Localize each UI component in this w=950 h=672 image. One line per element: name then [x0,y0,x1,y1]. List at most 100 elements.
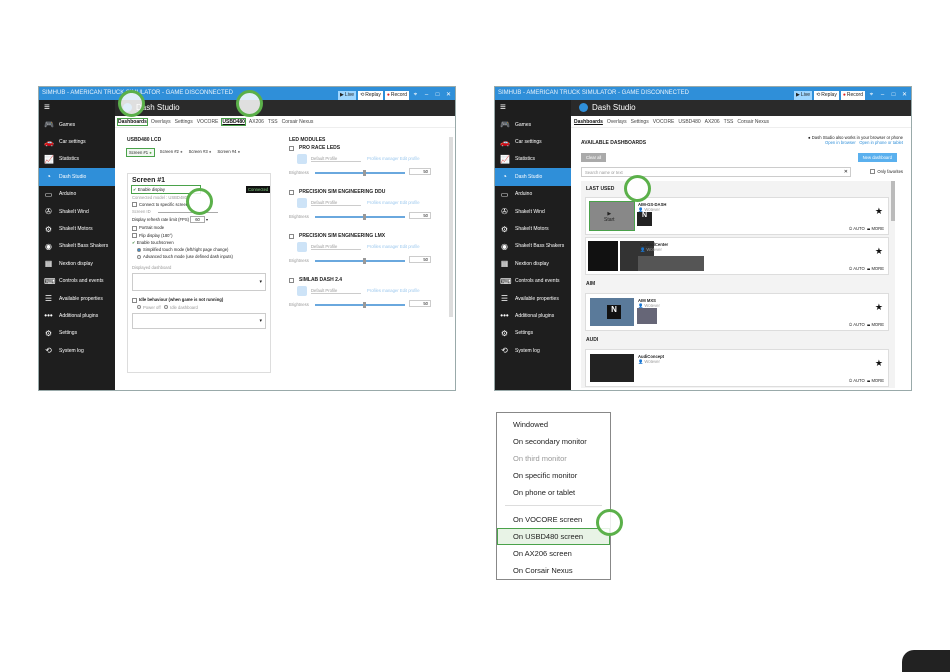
sidebar-item-available-properties[interactable]: ☰ Available properties [39,290,115,307]
led-module-checkbox[interactable] [289,277,294,283]
search-input[interactable]: Search name or text ✕ [581,167,851,177]
brightness-value[interactable]: 50 [409,168,431,175]
sidebar-item-arduino[interactable]: ▭ Arduino [39,186,115,203]
dashboard-thumbnail[interactable]: ▶ Start [589,201,635,231]
favorite-star-icon[interactable]: ★ [875,206,883,217]
screen-tab-3[interactable]: Screen #3 ● [189,149,212,156]
clear-search-icon[interactable]: ✕ [844,169,848,175]
idle-dashboard-select[interactable]: ▾ [132,312,266,329]
card-actions[interactable]: ⏻ AUTO ☰ MORE [849,378,884,383]
tab-ax206[interactable]: AX206 [705,119,720,125]
brightness-slider[interactable] [315,170,405,176]
menu-item-on-specific-monitor[interactable]: On specific monitor [497,467,610,484]
menu-item-on-third-monitor[interactable]: On third monitor [497,450,610,467]
dashboard-card[interactable]: AudiConcept 👤 Wotever ★ ⏻ AUTO ☰ MORE [585,349,889,387]
displayed-dashboard-select[interactable]: ▾ [132,273,266,292]
live-button[interactable]: ▶ Live [338,91,357,100]
clear-all-button[interactable]: Clear all [581,153,607,162]
profile-manager-link[interactable]: Profiles manager Edit profile [367,288,420,293]
sidebar-item-additional-plugins[interactable]: ••• Additional plugins [39,307,115,324]
screen-tab-2[interactable]: Screen #2 ● [160,149,183,156]
sidebar-item-dash-studio[interactable]: ◔ Dash Studio [39,168,115,186]
tab-tss[interactable]: TSS [724,119,734,125]
default-profile-select[interactable]: Default Profile [311,244,361,250]
tab-vocore[interactable]: VOCORE [197,119,219,125]
tab-corsair-nexus[interactable]: Corsair Nexus [737,119,769,125]
menu-item-on-secondary-monitor[interactable]: On secondary monitor [497,433,610,450]
sidebar-item-shakeit-motors[interactable]: ⚙ ShakeIt Motors [495,220,571,237]
card-actions[interactable]: ⏻ AUTO ☰ MORE [849,226,884,231]
tab-ax206[interactable]: AX206 [249,119,264,125]
tab-settings[interactable]: Settings [631,119,649,125]
led-module-checkbox[interactable] [289,189,294,195]
sidebar-item-additional-plugins[interactable]: ••• Additional plugins [495,307,571,324]
profile-manager-link[interactable]: Profiles manager Edit profile [367,244,420,249]
live-button[interactable]: ▶ Live [794,91,813,100]
list-scrollbar[interactable] [891,181,895,221]
sidebar-item-controls-and-events[interactable]: ⌨ Controls and events [495,273,571,290]
led-module-checkbox[interactable] [289,145,294,151]
dashboard-thumbnail[interactable] [590,354,634,382]
brightness-value[interactable]: 50 [409,300,431,307]
scrollbar[interactable] [449,137,453,317]
tab-corsair-nexus[interactable]: Corsair Nexus [282,119,314,125]
brightness-value[interactable]: 50 [409,256,431,263]
brightness-slider[interactable] [315,214,405,220]
default-profile-select[interactable]: Default Profile [311,156,361,162]
hamburger-menu-icon[interactable]: ≡ [495,100,571,116]
sidebar-item-shakeit-motors[interactable]: ⚙ ShakeIt Motors [39,220,115,237]
sidebar-item-car-settings[interactable]: 🚗 Car settings [39,133,115,150]
tab-usbd480[interactable]: USBD480 [678,119,700,125]
flip-checkbox[interactable]: Flip display (180°) [132,233,266,239]
sidebar-item-system-log[interactable]: ⟲ System log [39,342,115,359]
menu-item-on-phone-or-tablet[interactable]: On phone or tablet [497,484,610,501]
tab-usbd480[interactable]: USBD480 [221,117,246,126]
sidebar-item-games[interactable]: 🎮 Games [495,116,571,133]
sidebar-item-shakeit-wind[interactable]: ✇ ShakeIt Wind [495,203,571,220]
favorite-star-icon[interactable]: ★ [875,246,883,257]
menu-item-windowed[interactable]: Windowed [497,416,610,433]
menu-item-on-vocore-screen[interactable]: On VOCORE screen [497,511,610,528]
profile-manager-link[interactable]: Profiles manager Edit profile [367,200,420,205]
card-actions[interactable]: ⏻ AUTO ☰ MORE [849,266,884,271]
dashboard-card[interactable]: ▶ Start N AIM-GS-DASH 👤 Wotever ★ ⏻ AUTO … [585,197,889,235]
sidebar-item-statistics[interactable]: 📈 Statistics [39,151,115,168]
sidebar-item-games[interactable]: 🎮 Games [39,116,115,133]
brightness-slider[interactable] [315,258,405,264]
sidebar-item-shakeit-bass-shakers[interactable]: ◉ ShakeIt Bass Shakers [39,238,115,255]
brightness-slider[interactable] [315,302,405,308]
led-module-checkbox[interactable] [289,233,294,239]
idle-behaviour-checkbox[interactable]: Idle behaviour (when game is not running… [132,297,266,303]
default-profile-select[interactable]: Default Profile [311,288,361,294]
open-phone-link[interactable]: Open in phone or tablet [859,140,903,145]
touch-advanced-radio[interactable]: Advanced touch mode (use defined dash in… [132,254,266,259]
dashboard-card[interactable]: N AIM MXS 👤 Wotever ★ ⏻ AUTO ☰ MORE [585,293,889,331]
touch-simple-radio[interactable]: Simplified touch mode (left/right page c… [132,247,266,252]
record-button[interactable]: ● Record [840,91,865,100]
sidebar-item-shakeit-bass-shakers[interactable]: ◉ ShakeIt Bass Shakers [495,238,571,255]
sidebar-item-system-log[interactable]: ⟲ System log [495,342,571,359]
favorite-star-icon[interactable]: ★ [875,358,883,369]
refresh-rate-select[interactable]: Display refresh rate limit (FPS) 60 ▾ [132,216,266,224]
record-button[interactable]: ● Record [384,91,409,100]
open-browser-link[interactable]: Open in browser [825,140,856,145]
tab-overlays[interactable]: Overlays [151,119,171,125]
dashboard-thumbnail[interactable] [588,241,618,271]
profile-manager-link[interactable]: Profiles manager Edit profile [367,156,420,161]
sidebar-item-shakeit-wind[interactable]: ✇ ShakeIt Wind [39,203,115,220]
menu-item-on-ax206-screen[interactable]: On AX206 screen [497,545,610,562]
dashboard-card[interactable]: ControlCenter 👤 Wotever ★ ⏻ AUTO ☰ MORE [585,237,889,275]
sidebar-item-dash-studio[interactable]: ◔ Dash Studio [495,168,571,186]
tab-overlays[interactable]: Overlays [607,119,627,125]
brightness-value[interactable]: 50 [409,212,431,219]
tab-dashboards[interactable]: Dashboards [117,117,148,126]
touchscreen-checkbox[interactable]: ✔ Enable touchscreen [132,240,266,245]
replay-button[interactable]: ⟲ Replay [358,91,383,100]
tab-tss[interactable]: TSS [268,119,278,125]
dashboard-thumbnail[interactable]: N [590,298,634,326]
tab-dashboards[interactable]: Dashboards [574,119,603,125]
replay-button[interactable]: ⟲ Replay [814,91,839,100]
portrait-checkbox[interactable]: Portrait mode [132,225,266,231]
sidebar-item-arduino[interactable]: ▭ Arduino [495,186,571,203]
screen-tab-4[interactable]: Screen #4 ● [217,149,240,156]
